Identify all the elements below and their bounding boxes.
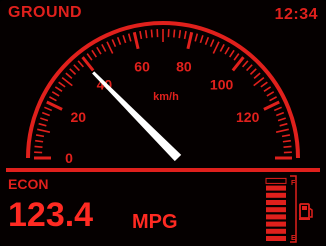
- fuel-level-bar: [266, 228, 286, 234]
- speedometer-tick: [122, 35, 127, 44]
- fuel-pump-icon: [299, 203, 313, 220]
- speedometer-tick: [37, 128, 51, 133]
- speedometer-tick: [127, 33, 132, 42]
- fuel-level-bar: [266, 192, 286, 198]
- speedometer-tick: [35, 134, 45, 138]
- speedometer-tick: [144, 30, 148, 39]
- economy-value: 123.4: [8, 196, 94, 234]
- speedometer-tick: [132, 31, 140, 50]
- speedometer-tick: [277, 117, 286, 122]
- speedometer-tick: [266, 91, 275, 97]
- speedometer-tick: [69, 68, 77, 75]
- speedometer-scale-label: 60: [134, 58, 150, 74]
- fuel-full-label: F: [291, 180, 296, 187]
- speedometer-tick: [282, 139, 291, 143]
- speedometer-tick: [253, 76, 265, 87]
- dashboard-display: GROUND 12:34 020406080100120 km/h ECON 1…: [0, 0, 326, 246]
- speedometer-tick: [91, 49, 98, 58]
- speedometer-tick: [49, 96, 57, 102]
- speedometer-tick: [173, 29, 176, 38]
- speedometer: 020406080100120 km/h: [26, 21, 300, 166]
- speedometer-tick: [276, 111, 285, 117]
- divider-line: [6, 168, 320, 172]
- fuel-gauge: F E: [265, 175, 313, 243]
- speedometer-tick: [77, 60, 84, 68]
- speedometer-tick: [34, 145, 43, 148]
- speedometer-tick: [233, 53, 240, 61]
- speedometer-tick: [183, 30, 187, 40]
- speedometer-tick: [263, 100, 280, 111]
- speedometer-tick: [44, 106, 53, 112]
- speedometer-tick: [253, 72, 261, 79]
- speedometer-tick: [249, 68, 257, 75]
- speed-unit-label: km/h: [153, 91, 179, 103]
- speedometer-scale-label: 80: [176, 58, 192, 74]
- fuel-level-bars: [265, 177, 287, 241]
- speedometer-scale-label: 20: [71, 109, 87, 125]
- fuel-level-bar: [266, 221, 286, 227]
- economy-unit: MPG: [132, 211, 178, 233]
- speedometer-tick: [260, 81, 268, 88]
- speedometer-tick: [279, 122, 288, 127]
- speedometer-tick: [212, 41, 220, 54]
- speedometer-tick: [65, 72, 73, 79]
- speedometer-tick: [46, 100, 63, 111]
- speedometer-tick: [281, 134, 291, 138]
- speedometer-tick: [150, 29, 153, 38]
- speedometer-tick: [199, 35, 204, 44]
- fuel-level-bar: [266, 207, 286, 213]
- speedometer-tick: [263, 86, 272, 93]
- speedometer-tick: [209, 39, 215, 48]
- speedometer-tick: [41, 111, 50, 117]
- speedometer-tick: [111, 39, 117, 48]
- speedometer-scale-label: 0: [65, 150, 73, 166]
- speedometer-tick: [58, 81, 66, 88]
- speedometer-scale-label: 120: [236, 109, 260, 125]
- fuel-level-bar: [266, 185, 286, 191]
- speedometer-tick: [35, 139, 44, 143]
- speedometer-tick: [96, 46, 102, 55]
- speedometer-tick: [204, 36, 210, 45]
- speedometer-tick: [54, 86, 63, 93]
- fuel-level-bar: [266, 236, 286, 241]
- speedometer-tick: [186, 31, 194, 50]
- speedometer-tick: [269, 96, 277, 102]
- fuel-empty-label: E: [291, 235, 296, 242]
- speedometer-tick: [219, 44, 225, 52]
- speedometer-tick: [273, 106, 282, 112]
- speedometer-tick: [101, 44, 107, 52]
- speedometer-tick: [51, 91, 60, 97]
- speedometer-tick: [224, 46, 230, 55]
- speedometer-tick: [38, 122, 47, 127]
- speedometer-tick: [228, 49, 235, 58]
- fuel-level-bar: [266, 214, 286, 220]
- speedometer-tick: [40, 117, 49, 122]
- speedometer-needle: [92, 71, 182, 162]
- fuel-level-bar: [266, 200, 286, 205]
- speedometer-tick: [139, 30, 143, 40]
- fuel-level-bar: [265, 177, 287, 184]
- speedometer-tick: [283, 145, 292, 148]
- speedometer-tick: [194, 33, 199, 42]
- speedometer-tick: [106, 41, 114, 54]
- speedometer-scale-label: 100: [210, 77, 234, 93]
- speedometer-tick: [242, 60, 249, 68]
- speedometer-tick: [73, 64, 80, 72]
- speedometer-tick: [246, 64, 253, 72]
- economy-label: ECON: [8, 176, 49, 192]
- speedometer-tick: [275, 128, 289, 133]
- speedometer-tick: [86, 53, 93, 61]
- speedometer-tick: [178, 30, 182, 39]
- speedometer-tick: [61, 76, 73, 87]
- speedometer-tick: [116, 36, 122, 45]
